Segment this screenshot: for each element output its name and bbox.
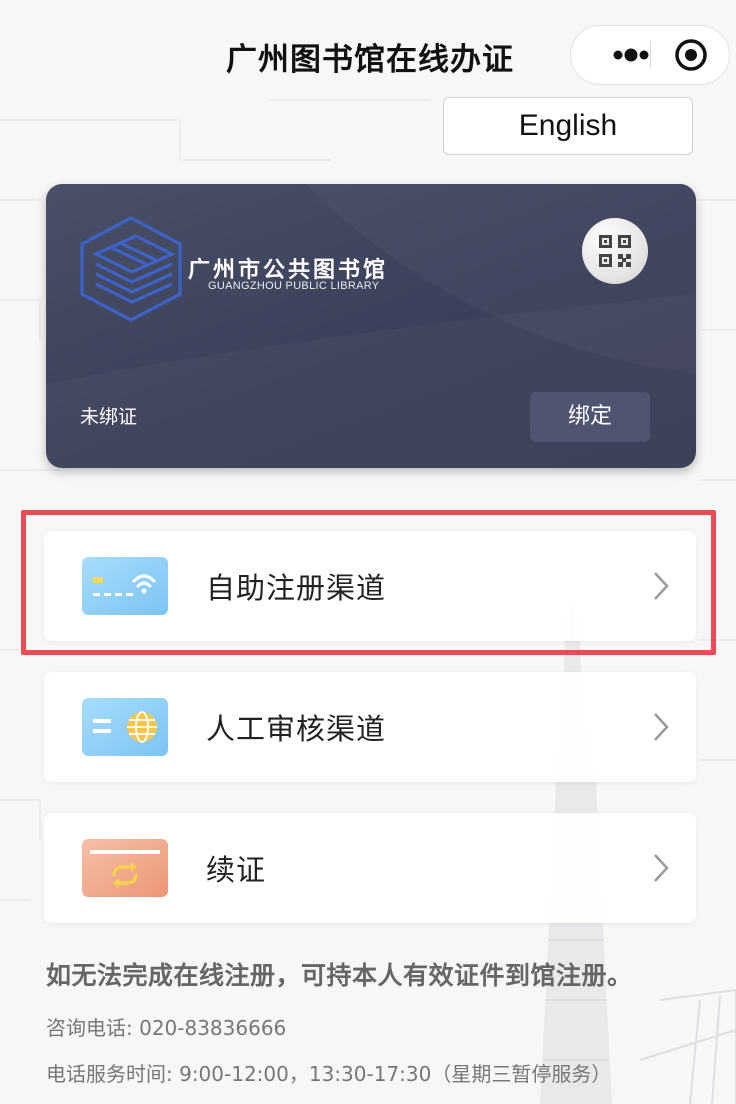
library-logo-icon xyxy=(76,214,186,324)
miniprogram-capsule xyxy=(570,25,730,85)
renew-card-icon xyxy=(82,839,168,897)
menu-item-label: 人工审核渠道 xyxy=(206,712,387,746)
card-binding-status: 未绑证 xyxy=(80,406,138,428)
library-name-en: GUANGZHOU PUBLIC LIBRARY xyxy=(208,280,380,292)
manual-review-card-icon xyxy=(82,698,168,756)
english-language-button[interactable]: English xyxy=(443,97,693,155)
service-hours: 电话服务时间: 9:00-12:00，13:30-17:30（星期三暂停服务） xyxy=(46,1062,612,1086)
library-card: 广州市公共图书馆 GUANGZHOU PUBLIC LIBRARY 未绑证 绑定 xyxy=(46,184,696,468)
capsule-divider xyxy=(650,41,651,69)
consult-phone: 咨询电话: 020-83836666 xyxy=(46,1016,287,1040)
qr-code-icon xyxy=(599,235,631,267)
chevron-right-icon xyxy=(654,713,669,741)
chevron-right-icon xyxy=(654,854,669,882)
target-circle-icon[interactable] xyxy=(667,26,725,84)
menu-item-renewal[interactable]: 续证 xyxy=(44,813,696,923)
qr-code-button[interactable] xyxy=(582,218,648,284)
bind-card-button[interactable]: 绑定 xyxy=(530,392,650,442)
menu-item-label: 续证 xyxy=(206,853,267,887)
navigation-bar: 广州图书馆在线办证 xyxy=(0,0,736,100)
menu-item-manual-review[interactable]: 人工审核渠道 xyxy=(44,672,696,782)
highlight-frame xyxy=(21,510,716,655)
registration-notice: 如无法完成在线注册，可持本人有效证件到馆注册。 xyxy=(46,961,633,990)
